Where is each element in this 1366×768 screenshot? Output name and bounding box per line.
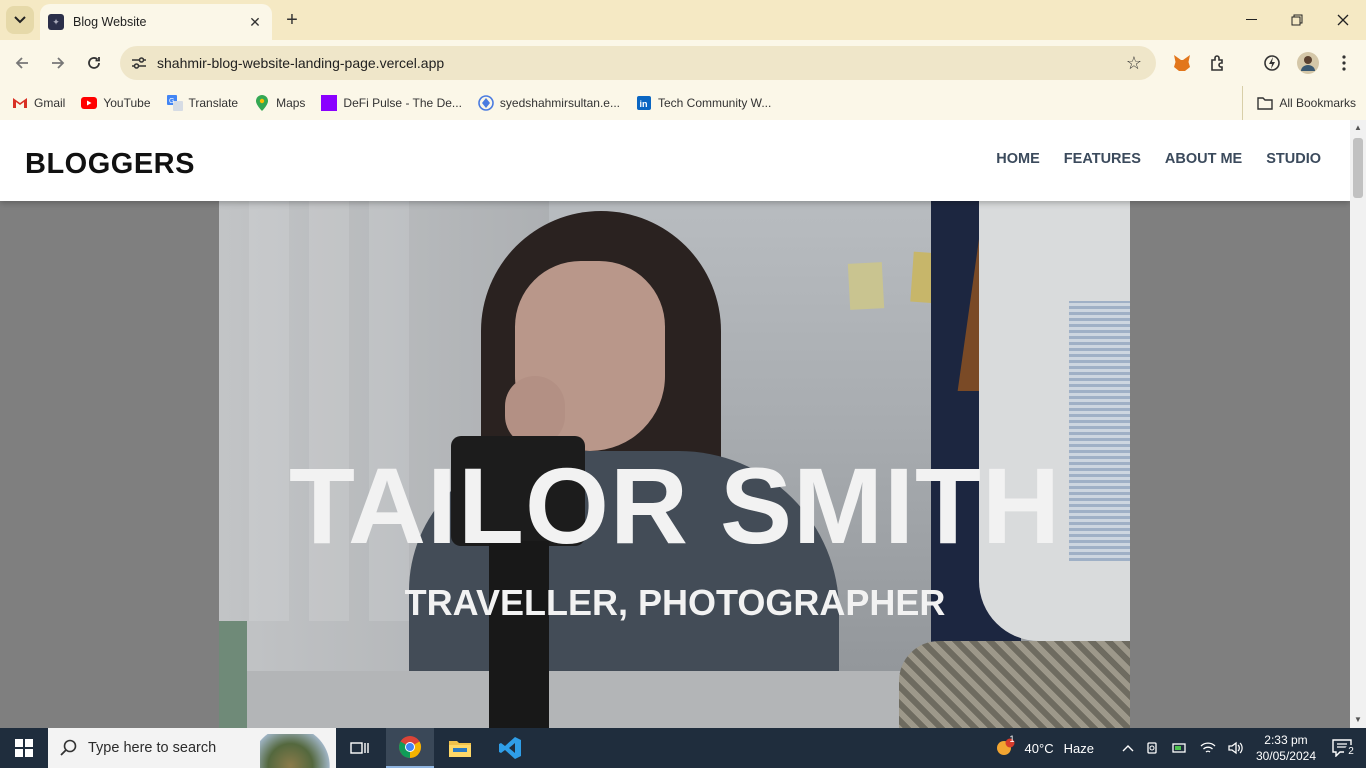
nav-about-me[interactable]: ABOUT ME bbox=[1165, 151, 1242, 167]
active-tab[interactable]: ✦ Blog Website ✕ bbox=[40, 4, 272, 40]
bookmark-star-icon[interactable]: ☆ bbox=[1126, 53, 1142, 74]
metamask-extension-icon[interactable] bbox=[1170, 51, 1194, 75]
search-icon bbox=[60, 739, 77, 756]
clock-date: 30/05/2024 bbox=[1255, 749, 1316, 763]
tab-search-button[interactable] bbox=[6, 6, 34, 34]
page-scrollbar[interactable]: ▲ ▼ bbox=[1350, 120, 1366, 728]
back-button[interactable] bbox=[8, 49, 36, 77]
close-tab-icon[interactable]: ✕ bbox=[246, 13, 264, 31]
bookmark-translate[interactable]: G Translate bbox=[166, 95, 238, 111]
minimize-icon bbox=[1245, 19, 1257, 20]
maps-icon bbox=[254, 95, 270, 111]
nav-features[interactable]: FEATURES bbox=[1064, 151, 1141, 167]
bookmarks-bar: Gmail YouTube G Translate Maps DeFi Puls… bbox=[0, 86, 1366, 120]
svg-text:G: G bbox=[169, 98, 174, 105]
weather-badge: 1 bbox=[1009, 733, 1015, 744]
weather-desc: Haze bbox=[1063, 740, 1094, 756]
notification-count: 2 bbox=[1344, 745, 1358, 759]
scrollbar-thumb[interactable] bbox=[1353, 138, 1363, 198]
forward-arrow-icon bbox=[52, 57, 65, 69]
chevron-up-icon bbox=[1122, 745, 1134, 752]
tab-title: Blog Website bbox=[73, 15, 147, 29]
translate-icon: G bbox=[166, 95, 183, 111]
windows-logo-icon bbox=[15, 739, 33, 757]
weather-sun-icon: 1 bbox=[995, 734, 1017, 759]
hero-subtitle: TRAVELLER, PHOTOGRAPHER bbox=[404, 582, 946, 623]
vscode-icon bbox=[499, 737, 521, 759]
forward-button[interactable] bbox=[44, 49, 72, 77]
search-highlight-image bbox=[260, 734, 336, 768]
taskbar-search[interactable]: Type here to search bbox=[48, 728, 336, 768]
site-info-icon[interactable] bbox=[122, 46, 156, 80]
clock[interactable]: 2:33 pm 30/05/2024 bbox=[1256, 732, 1316, 764]
address-bar[interactable]: shahmir-blog-website-landing-page.vercel… bbox=[120, 46, 1156, 80]
close-icon bbox=[1337, 14, 1349, 26]
defi-pulse-icon bbox=[321, 95, 338, 111]
svg-text:in: in bbox=[639, 99, 647, 109]
restore-button[interactable] bbox=[1274, 0, 1320, 40]
site-favicon-icon: ✦ bbox=[48, 14, 64, 30]
gmail-icon bbox=[12, 95, 28, 111]
nav-studio[interactable]: STUDIO bbox=[1266, 151, 1321, 167]
reload-icon bbox=[88, 57, 100, 69]
page-viewport: BLOGGERS HOME FEATURES ABOUT ME STUDIO T… bbox=[0, 120, 1350, 728]
bookmark-maps[interactable]: Maps bbox=[254, 95, 305, 111]
scroll-down-icon[interactable]: ▼ bbox=[1354, 716, 1362, 724]
taskbar-chrome[interactable] bbox=[386, 728, 434, 768]
url-text[interactable]: shahmir-blog-website-landing-page.vercel… bbox=[157, 55, 444, 71]
clock-time: 2:33 pm bbox=[1264, 733, 1308, 747]
bookmark-youtube[interactable]: YouTube bbox=[81, 95, 151, 111]
taskbar-file-explorer[interactable] bbox=[436, 728, 484, 768]
youtube-icon bbox=[81, 95, 98, 111]
taskbar-vscode[interactable] bbox=[486, 728, 534, 768]
bookmark-defi-pulse[interactable]: DeFi Pulse - The De... bbox=[321, 95, 462, 111]
weather-widget[interactable]: 1 40°C Haze bbox=[995, 734, 1094, 759]
chrome-icon bbox=[399, 736, 421, 758]
site-icon bbox=[478, 95, 494, 111]
close-window-button[interactable] bbox=[1320, 0, 1366, 40]
hero-title: TAILOR SMITH bbox=[289, 445, 1061, 566]
performance-icon[interactable] bbox=[1260, 51, 1284, 75]
battery-icon[interactable] bbox=[1172, 742, 1188, 754]
browser-toolbar: shahmir-blog-website-landing-page.vercel… bbox=[0, 40, 1366, 86]
search-placeholder: Type here to search bbox=[88, 740, 217, 756]
chevron-down-icon bbox=[14, 16, 26, 24]
site-logo[interactable]: BLOGGERS bbox=[25, 148, 195, 181]
site-header: BLOGGERS HOME FEATURES ABOUT ME STUDIO bbox=[0, 120, 1350, 201]
window-controls bbox=[1228, 0, 1366, 40]
show-hidden-icons[interactable] bbox=[1122, 744, 1134, 752]
linkedin-icon: in bbox=[636, 95, 652, 111]
extensions-icon[interactable] bbox=[1206, 51, 1230, 75]
task-view-button[interactable] bbox=[336, 728, 384, 768]
nav-home[interactable]: HOME bbox=[996, 151, 1040, 167]
task-view-icon bbox=[350, 742, 369, 754]
notifications-button[interactable]: 2 bbox=[1332, 739, 1358, 759]
new-tab-button[interactable]: + bbox=[280, 8, 304, 32]
bookmark-tech-community[interactable]: in Tech Community W... bbox=[636, 95, 771, 111]
all-bookmarks-button[interactable]: All Bookmarks bbox=[1242, 86, 1356, 120]
hero-text: TAILOR SMITH TRAVELLER, PHOTOGRAPHER bbox=[0, 201, 1350, 728]
chrome-menu-icon[interactable] bbox=[1332, 51, 1356, 75]
weather-temp: 40°C bbox=[1024, 740, 1054, 756]
folder-icon bbox=[1257, 95, 1274, 111]
windows-taskbar: Type here to search 1 40°C Haze 2:33 pm … bbox=[0, 728, 1366, 768]
restore-icon bbox=[1291, 14, 1303, 26]
system-tray: 1 40°C Haze 2:33 pm 30/05/2024 2 bbox=[989, 728, 1366, 768]
tab-strip: ✦ Blog Website ✕ + bbox=[0, 0, 1366, 40]
wifi-icon[interactable] bbox=[1200, 741, 1216, 755]
start-button[interactable] bbox=[0, 728, 48, 768]
scroll-up-icon[interactable]: ▲ bbox=[1354, 124, 1362, 132]
site-nav: HOME FEATURES ABOUT ME STUDIO bbox=[972, 151, 1321, 167]
bookmark-gmail[interactable]: Gmail bbox=[12, 95, 65, 111]
reload-button[interactable] bbox=[80, 49, 108, 77]
volume-icon[interactable] bbox=[1228, 741, 1244, 755]
minimize-button[interactable] bbox=[1228, 0, 1274, 40]
profile-avatar[interactable] bbox=[1296, 51, 1320, 75]
back-arrow-icon bbox=[15, 57, 28, 69]
folder-icon bbox=[449, 741, 471, 757]
meet-now-icon[interactable] bbox=[1146, 741, 1160, 755]
bookmark-syedshahmirsultan[interactable]: syedshahmirsultan.e... bbox=[478, 95, 620, 111]
